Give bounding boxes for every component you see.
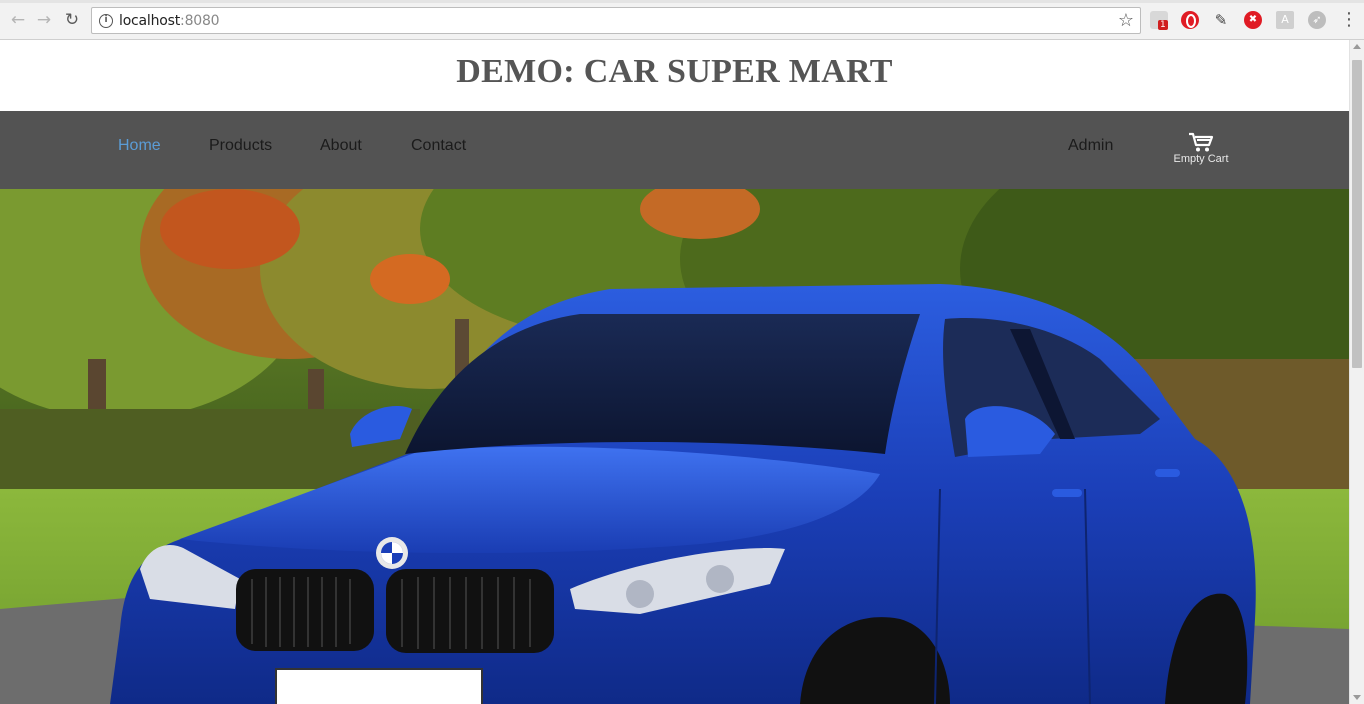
back-arrow-icon[interactable]: ← (8, 10, 28, 30)
url-host: localhost (119, 13, 181, 29)
shopping-cart-icon (1189, 132, 1214, 152)
shield-icon[interactable]: 1 (1150, 11, 1168, 30)
tab-strip-edge (0, 0, 1364, 3)
nav-link-about[interactable]: About (320, 137, 362, 155)
scrollbar-thumb[interactable] (1352, 60, 1362, 368)
nav-link-contact[interactable]: Contact (411, 137, 466, 155)
page-scrollbar[interactable] (1349, 40, 1364, 704)
nav-link-home[interactable]: Home (118, 137, 161, 155)
main-navbar: Home Products About Contact Admin Empty … (0, 111, 1349, 189)
scroll-down-arrow-icon[interactable] (1353, 695, 1361, 700)
menu-dots-icon[interactable]: ⋮ (1340, 9, 1358, 31)
nav-link-admin[interactable]: Admin (1068, 137, 1113, 155)
url-port: :8080 (180, 13, 220, 29)
site-header: DEMO: CAR SUPER MART (0, 40, 1349, 111)
url-text[interactable]: localhost:8080 (119, 13, 220, 29)
trash-icon[interactable]: ✖ (1244, 11, 1262, 29)
pdf-icon[interactable]: A (1276, 11, 1294, 29)
browser-toolbar: ← → ↻ i localhost:8080 ☆ 1 ✎ ✖ A ➶ ⋮ (0, 0, 1364, 40)
hero-car-image (0, 189, 1349, 704)
rocket-icon[interactable]: ➶ (1308, 11, 1326, 29)
cart-button[interactable]: Empty Cart (1168, 131, 1234, 171)
extension-badge: 1 (1158, 20, 1168, 30)
forward-arrow-icon[interactable]: → (34, 10, 54, 30)
nav-link-products[interactable]: Products (209, 137, 272, 155)
cart-label: Empty Cart (1173, 153, 1229, 165)
web-page: DEMO: CAR SUPER MART Home Products About… (0, 40, 1349, 704)
hero-image-illustration (0, 189, 1349, 704)
address-bar[interactable]: i localhost:8080 ☆ (91, 7, 1141, 34)
color-picker-icon[interactable]: ✎ (1212, 11, 1230, 29)
star-icon[interactable]: ☆ (1118, 10, 1134, 31)
reload-icon[interactable]: ↻ (62, 10, 82, 30)
site-title: DEMO: CAR SUPER MART (456, 53, 893, 90)
opera-icon[interactable] (1181, 11, 1199, 29)
info-icon[interactable]: i (99, 14, 113, 28)
scroll-up-arrow-icon[interactable] (1353, 44, 1361, 49)
